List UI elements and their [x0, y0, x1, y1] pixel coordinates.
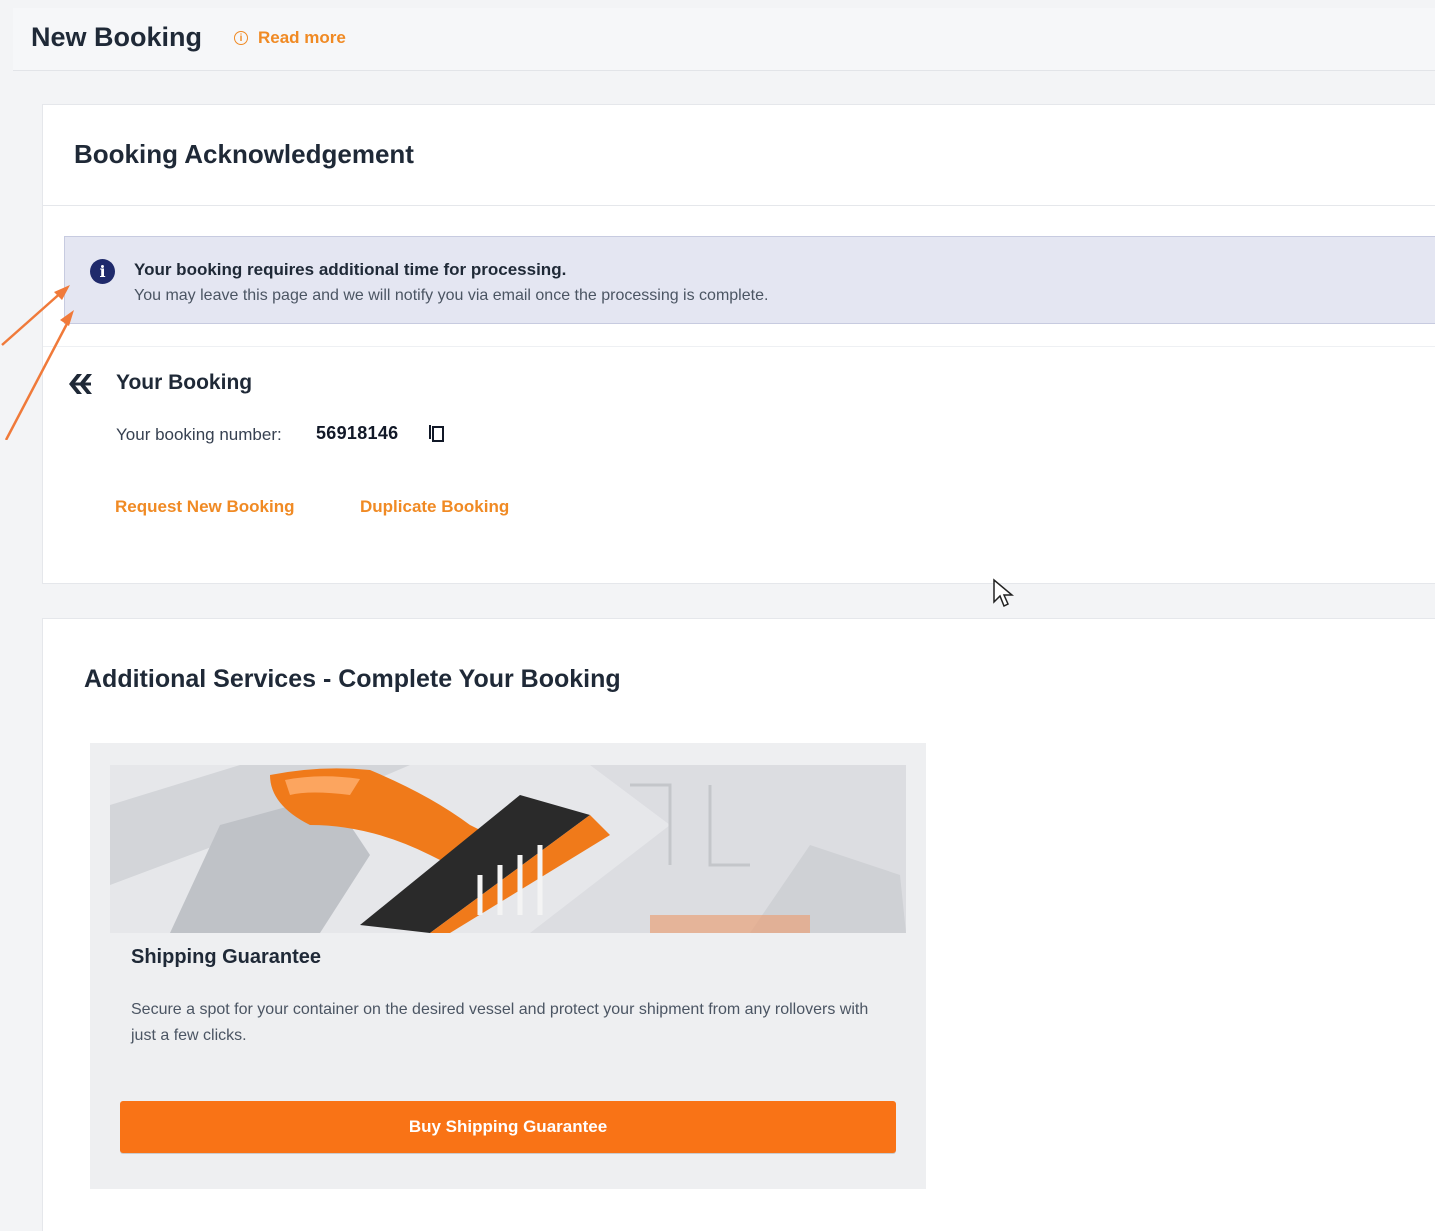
rubber-stamp-image: [110, 765, 906, 933]
notice-text: You may leave this page and we will noti…: [134, 287, 769, 304]
processing-notice: i Your booking requires additional time …: [64, 236, 1435, 324]
shipping-guarantee-card: Shipping Guarantee Secure a spot for you…: [90, 743, 926, 1189]
card-header: Booking Acknowledgement: [43, 105, 1435, 206]
additional-services-card: Additional Services - Complete Your Book…: [42, 618, 1435, 1231]
service-description: Secure a spot for your container on the …: [131, 1001, 869, 1044]
service-title: Shipping Guarantee: [131, 946, 322, 968]
duplicate-booking-link[interactable]: Duplicate Booking: [360, 497, 509, 517]
page-title: New Booking: [31, 22, 203, 52]
card-title: Booking Acknowledgement: [74, 139, 414, 169]
copy-icon[interactable]: [428, 423, 446, 443]
section-divider: [43, 346, 1435, 347]
booking-acknowledgement-card: Booking Acknowledgement i Your booking r…: [42, 104, 1435, 584]
booking-number-label: Your booking number:: [116, 425, 282, 444]
notice-title: Your booking requires additional time fo…: [134, 260, 567, 279]
brand-logo-icon: [69, 374, 92, 394]
your-booking-title: Your Booking: [116, 371, 253, 394]
request-new-booking-link[interactable]: Request New Booking: [115, 497, 294, 517]
buy-shipping-guarantee-button[interactable]: Buy Shipping Guarantee: [120, 1101, 896, 1153]
page-header: New Booking i Read more: [13, 8, 1435, 71]
booking-number: 56918146: [316, 423, 399, 443]
additional-services-title: Additional Services - Complete Your Book…: [84, 665, 621, 693]
read-more-label: Read more: [258, 28, 346, 47]
info-icon: i: [90, 259, 115, 284]
read-more-link[interactable]: i Read more: [234, 28, 346, 48]
info-icon: i: [234, 31, 248, 45]
